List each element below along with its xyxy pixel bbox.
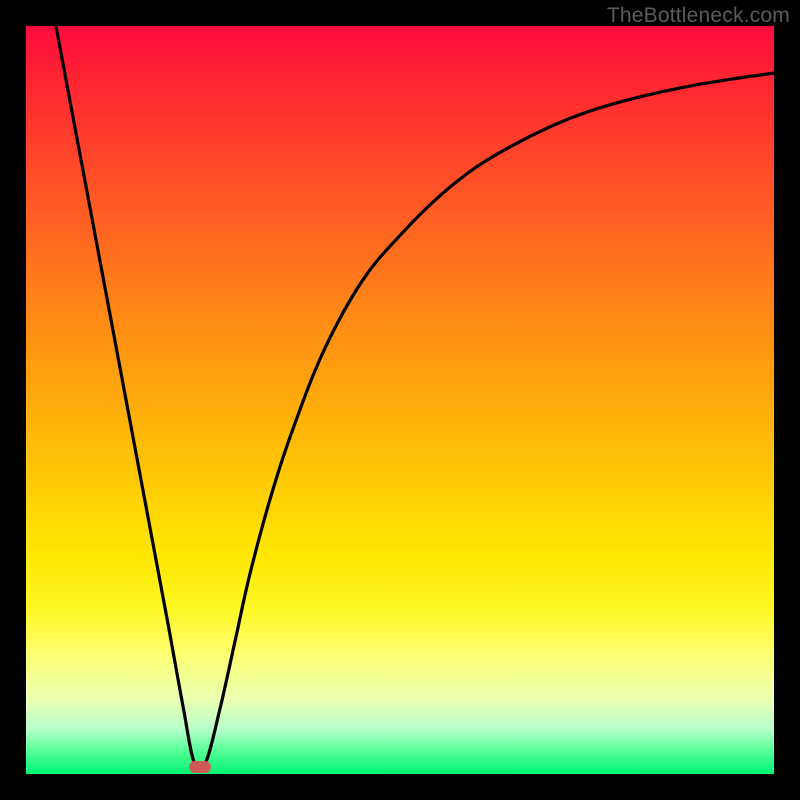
watermark-text: TheBottleneck.com (607, 4, 790, 28)
minimum-marker (189, 761, 211, 773)
plot-area (26, 26, 774, 774)
chart-frame: TheBottleneck.com (0, 0, 800, 800)
bottleneck-curve (26, 26, 774, 774)
